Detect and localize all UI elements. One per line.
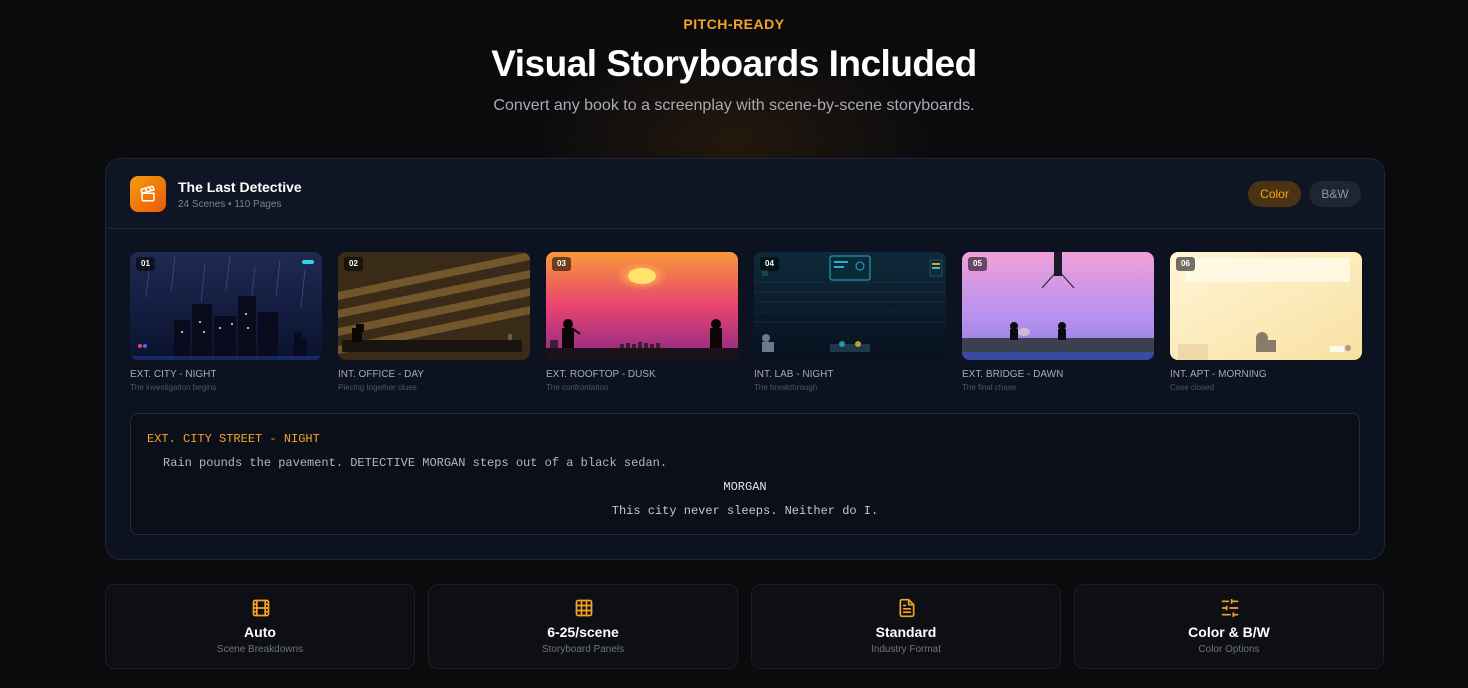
feature-value: Auto [244, 624, 276, 640]
document-icon [897, 598, 917, 618]
screenplay-excerpt: EXT. CITY STREET - NIGHT Rain pounds the… [130, 413, 1360, 535]
panel-number: 06 [1176, 257, 1195, 271]
feature-label: Scene Breakdowns [216, 644, 304, 655]
sliders-icon [1220, 598, 1240, 618]
feature-value: Standard [875, 624, 937, 640]
hero-subtitle: Convert any book to a screenplay with sc… [493, 97, 975, 114]
panel-number: 02 [344, 257, 363, 271]
panel-scene-subtitle: The investigation begins [130, 383, 217, 392]
color-toggle-button[interactable]: Color [1248, 181, 1301, 207]
script-slugline: EXT. CITY STREET - NIGHT [147, 432, 320, 446]
feature-card-color-options: Color & B/W Color Options [1074, 584, 1384, 669]
feature-card-scene-breakdowns: Auto Scene Breakdowns [105, 584, 415, 669]
hero-eyebrow: PITCH-READY [683, 16, 785, 32]
feature-card-storyboard-panels: 6-25/scene Storyboard Panels [428, 584, 738, 669]
panel-number: 04 [760, 257, 779, 271]
panel-thumbnail: 02 [338, 252, 530, 360]
panel-thumbnail: 04 [754, 252, 946, 360]
panel-scene-title: INT. APT - MORNING [1170, 369, 1267, 380]
panel-number: 05 [968, 257, 987, 271]
panel-scene-subtitle: Case closed [1170, 383, 1215, 392]
bw-toggle-button[interactable]: B&W [1309, 181, 1361, 207]
film-icon [251, 598, 271, 618]
hero-title: Visual Storyboards Included [491, 43, 977, 84]
feature-label: Color Options [1198, 644, 1260, 655]
script-action: Rain pounds the pavement. DETECTIVE MORG… [163, 456, 668, 470]
project-header: The Last Detective 24 Scenes • 110 Pages… [106, 159, 1384, 229]
panel-scene-subtitle: The confrontation [546, 383, 609, 392]
panel-number: 03 [552, 257, 571, 271]
panel-scene-subtitle: The final chase [962, 383, 1017, 392]
panel-scene-subtitle: Piecing together clues [338, 383, 417, 392]
feature-card-industry-format: Standard Industry Format [751, 584, 1061, 669]
panel-scene-title: EXT. ROOFTOP - DUSK [546, 369, 656, 380]
panel-thumbnail: 05 [962, 252, 1154, 360]
feature-value: Color & B/W [1188, 624, 1270, 640]
panel-scene-subtitle: The breakthrough [754, 383, 818, 392]
feature-label: Storyboard Panels [541, 644, 625, 655]
panel-thumbnail: 06 [1170, 252, 1362, 360]
storyboard-card: The Last Detective 24 Scenes • 110 Pages… [105, 158, 1385, 560]
panel-scene-title: EXT. CITY - NIGHT [130, 369, 217, 380]
panel-scene-title: INT. OFFICE - DAY [338, 369, 424, 380]
feature-label: Industry Format [870, 644, 942, 655]
grid-icon [574, 598, 594, 618]
panel-thumbnail: 01 [130, 252, 322, 360]
panel-number: 01 [136, 257, 155, 271]
project-title: The Last Detective [178, 179, 302, 195]
panel-scene-title: EXT. BRIDGE - DAWN [962, 369, 1064, 380]
clapperboard-icon [130, 176, 166, 212]
script-character: MORGAN [723, 480, 767, 494]
script-dialogue: This city never sleeps. Neither do I. [611, 504, 879, 518]
panel-thumbnail: 03 [546, 252, 738, 360]
project-meta: 24 Scenes • 110 Pages [178, 199, 282, 210]
panel-scene-title: INT. LAB - NIGHT [754, 369, 834, 380]
feature-value: 6-25/scene [547, 624, 619, 640]
